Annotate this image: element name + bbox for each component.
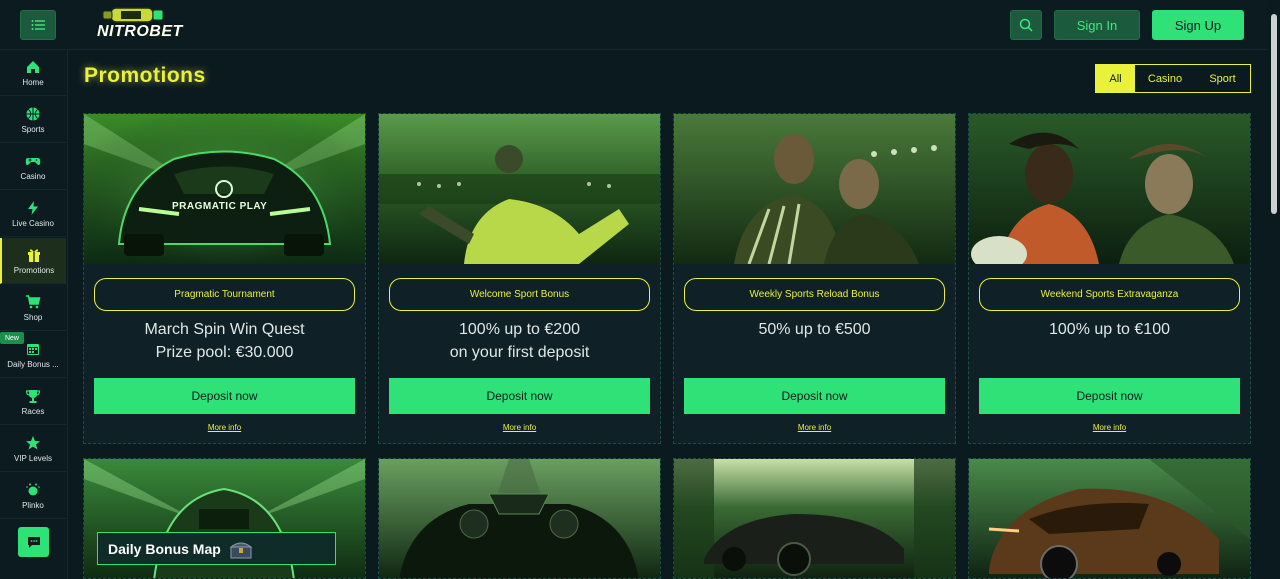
star-icon: [26, 435, 40, 449]
filter-casino[interactable]: Casino: [1135, 65, 1195, 92]
deposit-now-button[interactable]: Deposit now: [94, 378, 355, 414]
promo-image: PRAGMATIC PLAY: [84, 114, 365, 264]
more-info-link[interactable]: More info: [379, 423, 660, 432]
sidebar-item-label: Plinko: [22, 500, 44, 510]
sidebar-item-label: Promotions: [13, 265, 55, 275]
gamepad-icon: [25, 157, 41, 165]
deposit-now-button[interactable]: Deposit now: [389, 378, 650, 414]
sports-car-illustration: [969, 459, 1250, 578]
promo-line-1: 50% up to €500: [758, 321, 871, 338]
deposit-now-button[interactable]: Deposit now: [979, 378, 1240, 414]
treasure-chest-icon: [229, 542, 253, 558]
trophy-icon: [25, 389, 41, 403]
deposit-now-button[interactable]: Deposit now: [684, 378, 945, 414]
promo-card: PRAGMATIC PLAY Pragmatic Tournament Marc…: [83, 113, 366, 444]
promo-card[interactable]: [673, 458, 956, 579]
gift-icon: [28, 248, 40, 262]
sign-up-button[interactable]: Sign Up: [1152, 10, 1244, 40]
sidebar-item-label: Shop: [23, 312, 43, 322]
promo-image: [674, 114, 955, 264]
promo-tag: Weekend Sports Extravaganza: [979, 278, 1240, 311]
chat-button[interactable]: [18, 527, 49, 557]
promo-description: 100% up to €200 on your first deposit: [379, 318, 660, 364]
promo-description: 50% up to €500: [674, 318, 955, 341]
search-icon: [1019, 18, 1033, 32]
pragmatic-play-text: PRAGMATIC PLAY: [172, 201, 268, 212]
sidebar-item-label: Casino: [20, 171, 46, 181]
celebrating-player-illustration: [379, 114, 660, 264]
sidebar-item-casino[interactable]: Casino: [0, 144, 66, 190]
logo-text: NITROBET: [97, 23, 183, 40]
sidebar-item-shop[interactable]: Shop: [0, 285, 66, 331]
forest-car-illustration: [674, 459, 955, 578]
page-scrollbar[interactable]: [1268, 0, 1280, 579]
search-button[interactable]: [1010, 10, 1042, 40]
daily-bonus-map-label: Daily Bonus Map: [108, 540, 221, 557]
two-fans-illustration: [674, 114, 955, 264]
menu-toggle-button[interactable]: [20, 10, 56, 40]
sidebar-item-label: Home: [22, 77, 44, 87]
new-badge: New: [0, 332, 24, 344]
cockpit-illustration: [379, 459, 660, 578]
home-icon: [27, 60, 39, 73]
sidebar-item-home[interactable]: Home: [0, 50, 66, 96]
sidebar: Home Sports Casino Live Casino Promotion…: [0, 50, 68, 579]
promo-image: [379, 114, 660, 264]
menu-icon: [31, 20, 45, 30]
filter-all[interactable]: All: [1096, 65, 1135, 92]
promo-line-2: Prize pool: €30.000: [155, 344, 294, 361]
sidebar-item-label: Daily Bonus ...: [7, 359, 59, 369]
promo-description: 100% up to €100: [969, 318, 1250, 341]
rugby-players-illustration: [969, 114, 1250, 264]
calendar-icon: [27, 343, 39, 355]
promotion-filter: All Casino Sport: [1095, 64, 1251, 93]
sign-in-button[interactable]: Sign In: [1054, 10, 1140, 40]
promo-card: Weekend Sports Extravaganza 100% up to €…: [968, 113, 1251, 444]
promo-card-daily-bonus-map[interactable]: Daily Bonus Map: [83, 458, 366, 579]
promo-card[interactable]: [378, 458, 661, 579]
promo-card: Weekly Sports Reload Bonus 50% up to €50…: [673, 113, 956, 444]
chat-icon: [27, 537, 40, 548]
sidebar-item-live-casino[interactable]: Live Casino: [0, 191, 66, 237]
more-info-link[interactable]: More info: [84, 423, 365, 432]
promo-line-1: 100% up to €100: [1049, 321, 1170, 338]
sidebar-item-label: VIP Levels: [13, 453, 53, 463]
promo-tag: Welcome Sport Bonus: [389, 278, 650, 311]
more-info-link[interactable]: More info: [969, 423, 1250, 432]
sidebar-item-sports[interactable]: Sports: [0, 97, 66, 143]
sidebar-item-plinko[interactable]: Plinko: [0, 473, 66, 519]
sidebar-item-label: Sports: [21, 124, 45, 134]
page-title: Promotions: [84, 64, 206, 87]
sidebar-item-label: Races: [21, 406, 45, 416]
cart-icon: [26, 294, 41, 308]
promo-card: Welcome Sport Bonus 100% up to €200 on y…: [378, 113, 661, 444]
basketball-icon: [26, 107, 40, 120]
filter-sport[interactable]: Sport: [1195, 65, 1250, 92]
sidebar-item-label: Live Casino: [12, 218, 54, 228]
promo-card[interactable]: [968, 458, 1251, 579]
promo-line-1: March Spin Win Quest: [144, 321, 305, 338]
nitrobet-logo[interactable]: NITROBET: [93, 4, 182, 46]
promo-line-2: on your first deposit: [449, 344, 590, 361]
sidebar-item-races[interactable]: Races: [0, 379, 66, 425]
daily-bonus-map-banner: Daily Bonus Map: [97, 532, 336, 565]
sidebar-item-vip-levels[interactable]: VIP Levels: [0, 426, 66, 472]
lightning-icon: [28, 200, 38, 215]
plinko-icon: [26, 483, 40, 495]
promo-line-1: 100% up to €200: [459, 321, 580, 338]
more-info-link[interactable]: More info: [674, 423, 955, 432]
top-bar: NITROBET Sign In Sign Up: [0, 0, 1268, 50]
scrollbar-thumb[interactable]: [1271, 14, 1277, 214]
promo-description: March Spin Win Quest Prize pool: €30.000: [84, 318, 365, 364]
promo-image: [969, 114, 1250, 264]
supercar-illustration: [84, 114, 365, 264]
promo-tag: Pragmatic Tournament: [94, 278, 355, 311]
promo-tag: Weekly Sports Reload Bonus: [684, 278, 945, 311]
sidebar-item-promotions[interactable]: Promotions: [0, 238, 66, 284]
